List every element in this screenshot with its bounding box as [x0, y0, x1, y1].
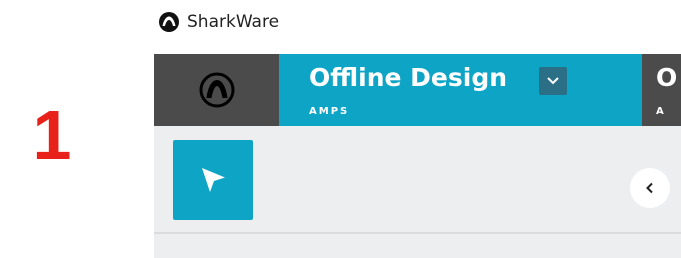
tab-next-project[interactable]: O A — [642, 54, 681, 126]
collapse-panel-button[interactable] — [630, 168, 670, 208]
cursor-arrow-icon — [202, 168, 225, 192]
home-logo-button[interactable] — [154, 54, 279, 126]
tab-offline-design[interactable]: Offline Design AMPS — [279, 54, 642, 126]
chevron-left-icon — [646, 182, 653, 194]
window-title-bar: SharkWare — [154, 0, 681, 44]
sharkware-logo-icon — [159, 12, 179, 32]
chevron-down-icon — [547, 77, 559, 85]
select-tool-button[interactable] — [173, 140, 253, 220]
project-tab-strip: Offline Design AMPS O A — [154, 54, 681, 126]
content-area — [154, 234, 681, 258]
step-number-label: 1 — [32, 96, 72, 174]
tab-title: Offline Design — [309, 63, 508, 92]
tab-dropdown-button[interactable] — [539, 67, 567, 95]
tab-title: O — [656, 63, 678, 92]
tab-subtitle: AMPS — [309, 106, 350, 117]
sharkware-logo-icon — [199, 72, 234, 108]
toolbar — [154, 126, 681, 232]
tab-subtitle: A — [656, 106, 666, 117]
screenshot-root: 1 SharkWare Offline Design AMPS O A — [0, 0, 681, 258]
app-name: SharkWare — [187, 12, 280, 32]
